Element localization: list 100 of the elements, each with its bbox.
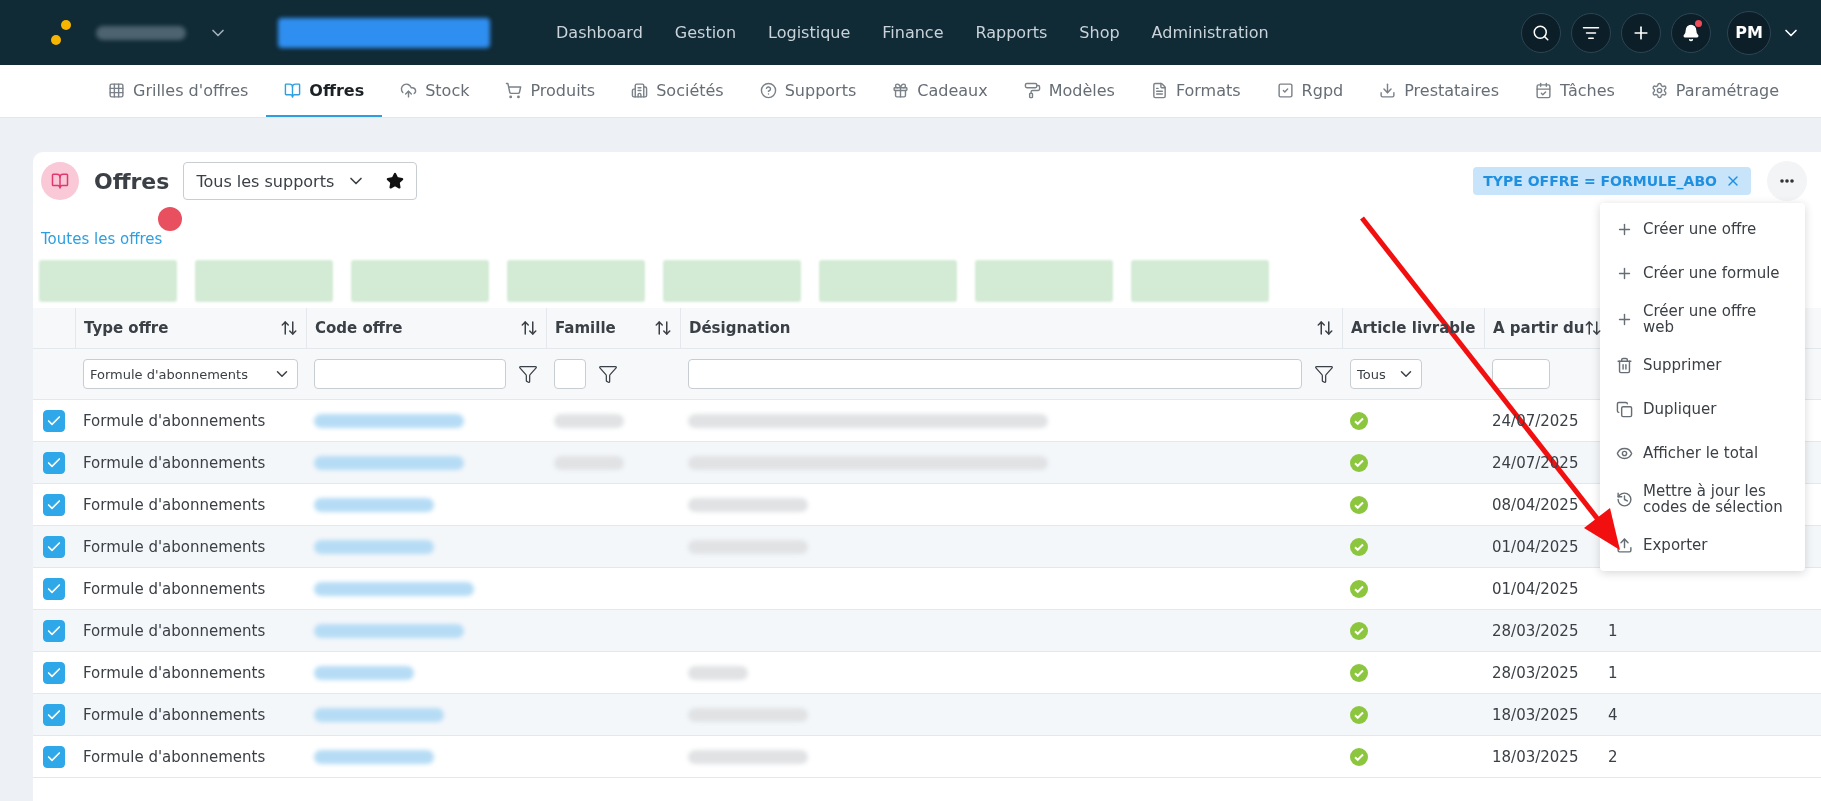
sort-icon[interactable] [520,319,538,337]
nav-link[interactable]: Finance [866,23,960,42]
section-tab[interactable]: Cadeaux [874,65,1006,117]
table-cell-text: 28/03/2025 [1491,662,1580,684]
filter-select[interactable]: Tous [1350,359,1422,389]
table-cell-text: 18/03/2025 [1491,704,1580,726]
table-cell-text: 08/04/2025 [1491,494,1580,516]
search-button[interactable] [1521,12,1561,53]
section-tab[interactable]: Supports [741,65,875,117]
row-checkbox[interactable] [43,451,65,474]
section-tab[interactable]: Sociétés [613,65,742,117]
table-cell-text: 1 [1607,662,1619,684]
row-checkbox[interactable] [43,703,65,726]
calendar-icon [1535,81,1552,99]
check-circle-icon [1350,747,1368,766]
cart-icon [505,81,523,99]
menu-item[interactable]: Exporter [1600,523,1805,567]
section-tab[interactable]: Produits [487,65,614,117]
table-cell-text: Formule d'abonnements [82,536,267,558]
funnel-icon[interactable] [1314,364,1334,384]
section-tab[interactable]: Tâches [1517,65,1633,117]
nav-link[interactable]: Dashboard [540,23,659,42]
filter-field[interactable] [1492,359,1550,389]
section-tab[interactable]: Paramétrage [1632,65,1797,117]
section-tab[interactable]: Grilles d'offres [90,65,267,117]
check-circle-icon [1350,495,1368,514]
nav-link[interactable]: Administration [1135,23,1285,42]
row-checkbox[interactable] [43,409,65,432]
upload-icon [1616,536,1633,554]
sort-icon[interactable] [1584,319,1603,337]
menu-item[interactable]: Créer une offre web [1600,295,1805,343]
menu-item[interactable]: Dupliquer [1600,387,1805,431]
sort-icon[interactable] [654,319,672,337]
check-circle-icon [1350,621,1368,640]
row-checkbox[interactable] [43,619,65,642]
filter-field[interactable] [314,359,506,389]
page-title: Offres [94,168,170,194]
trash-icon [1616,356,1633,374]
copy-icon [1616,400,1633,418]
filter-field[interactable] [688,359,1302,389]
row-checkbox[interactable] [43,661,65,684]
table-cell-text: Formule d'abonnements [82,662,267,684]
filter-button[interactable] [1571,12,1611,53]
menu-item[interactable]: Créer une formule [1600,251,1805,295]
section-tab[interactable]: Prestataires [1361,65,1517,117]
support-select[interactable]: Tous les supports [183,162,418,200]
nav-link[interactable]: Rapports [959,23,1064,42]
filter-field[interactable] [554,359,586,389]
section-tab[interactable]: Formats [1132,65,1259,117]
notifications-button[interactable] [1671,12,1711,53]
funnel-icon[interactable] [598,364,618,384]
book-icon [284,81,302,99]
redacted-text [688,665,748,680]
row-checkbox[interactable] [43,745,65,768]
section-tab[interactable]: Offres [266,65,383,117]
add-button[interactable] [1621,12,1661,53]
section-tab[interactable]: Modèles [1005,65,1133,117]
table-cell-text: Formule d'abonnements [82,452,267,474]
logo-icon[interactable] [50,19,72,46]
unread-dot [1695,19,1702,27]
book-icon [51,172,69,190]
more-button[interactable] [1767,161,1807,201]
sort-icon[interactable] [280,319,298,337]
table-cell-text: Formule d'abonnements [82,578,267,600]
grid-icon [108,81,125,99]
gift-icon [892,81,910,99]
search-icon [1532,23,1550,42]
user-avatar[interactable]: PM [1727,10,1771,55]
ellipsis-icon [1780,179,1794,183]
section-tab[interactable]: Stock [382,65,488,117]
check-circle-icon [1350,705,1368,724]
sort-icon[interactable] [1316,319,1334,337]
table-cell-text: 28/03/2025 [1491,620,1580,642]
column-header: Code offre [315,319,403,337]
nav-link[interactable]: Logistique [752,23,867,42]
menu-item[interactable]: Créer une offre [1600,207,1805,251]
menu-item[interactable]: Mettre à jour les codes de sélection [1600,475,1805,523]
check-circle-icon [1350,411,1368,430]
star-icon[interactable] [386,172,405,190]
row-checkbox[interactable] [43,493,65,516]
check-circle-icon [1350,579,1368,598]
row-checkbox[interactable] [43,577,65,600]
building-icon [631,81,649,99]
download-icon [1379,81,1397,99]
help-icon [759,81,777,99]
nav-link[interactable]: Shop [1063,23,1136,42]
funnel-icon[interactable] [518,364,538,384]
section-tab[interactable]: Rgpd [1258,65,1362,117]
table-cell-text: 01/04/2025 [1491,578,1580,600]
history-icon [1616,490,1633,508]
nav-link[interactable]: Gestion [658,23,753,42]
cloud-upload-icon [400,81,418,99]
row-checkbox[interactable] [43,535,65,558]
filter-select[interactable]: Formule d'abonnements [83,359,298,389]
menu-item[interactable]: Supprimer [1600,343,1805,387]
settings-icon [1650,81,1668,99]
table-cell-text: 2 [1607,746,1619,768]
column-header: Type offre [84,319,169,337]
menu-item[interactable]: Afficher le total [1600,431,1805,475]
column-header: A partir du [1493,319,1585,337]
